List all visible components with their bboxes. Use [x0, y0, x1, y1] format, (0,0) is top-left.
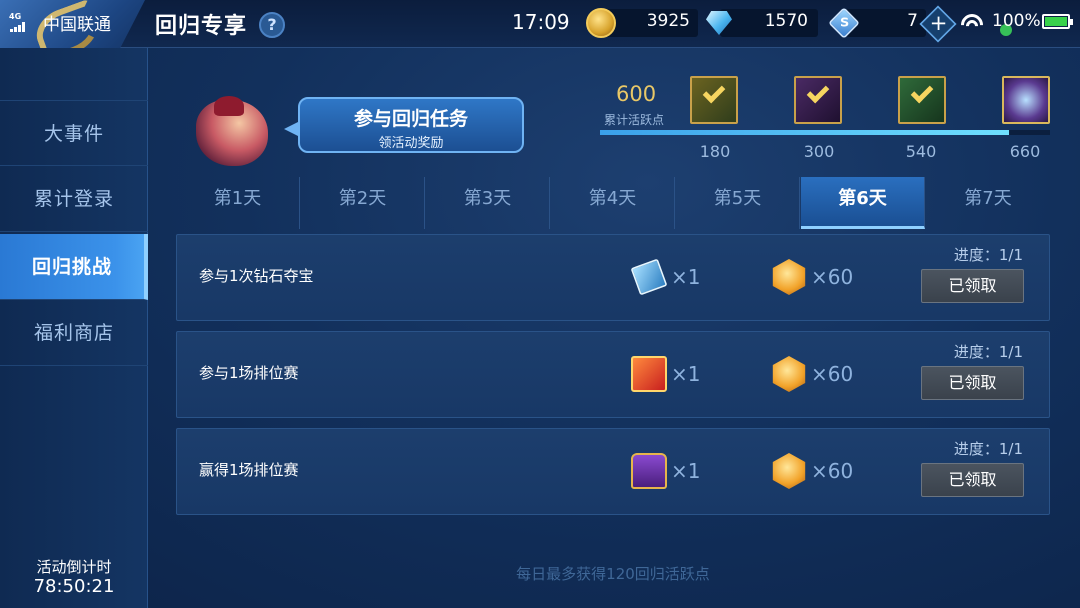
activity-points-label: 累计活跃点: [604, 113, 665, 127]
tab-day-2[interactable]: 第2天: [301, 177, 425, 229]
bubble-title: 参与回归任务: [353, 108, 468, 130]
checkmark-icon: [702, 80, 726, 104]
milestone-label-300: 300: [803, 142, 835, 161]
milestone-reward-300[interactable]: [794, 76, 842, 124]
reward-item-qty: ×1: [671, 459, 701, 483]
task-name: 参与1场排位赛: [199, 364, 299, 382]
tab-day-3[interactable]: 第3天: [426, 177, 550, 229]
gift-box-icon: [631, 356, 667, 392]
reward-points-qty: ×60: [811, 362, 854, 386]
milestone-label-660: 660: [1009, 142, 1041, 161]
activity-gem-icon: [772, 356, 806, 392]
gold-coin-icon: [586, 8, 616, 38]
signal-icon: [10, 22, 26, 32]
voucher-symbol: S: [839, 14, 850, 30]
task-row: 参与1次钻石夺宝 ×1 ×60 进度：1/1 已领取: [176, 234, 1050, 321]
task-name: 赢得1场排位赛: [199, 461, 299, 479]
sidebar-item-events[interactable]: 大事件: [0, 100, 148, 166]
gold-card-icon: [630, 258, 668, 296]
countdown-label: 活动倒计时: [36, 558, 112, 576]
gold-balance: 3925: [646, 11, 690, 31]
daily-limit-note: 每日最多获得120回归活跃点: [516, 565, 710, 583]
page-title: 回归专享: [155, 14, 248, 39]
status-time: 17:09: [512, 10, 570, 34]
bubble-subtitle: 领活动奖励: [378, 136, 444, 151]
treasure-chest-icon: [631, 453, 667, 489]
sidebar: 大事件 累计登录 回归挑战 福利商店 活动倒计时 78:50:21: [0, 48, 148, 608]
tab-day-1[interactable]: 第1天: [176, 177, 300, 229]
tab-day-7[interactable]: 第7天: [926, 177, 1050, 229]
carrier-name: 中国联通: [43, 15, 111, 35]
day-tabs: 第1天 第2天 第3天 第4天 第5天 第6天 第7天: [176, 177, 1050, 229]
milestone-label-180: 180: [699, 142, 731, 161]
claimed-button[interactable]: 已领取: [921, 366, 1024, 400]
activity-gem-icon: [772, 453, 806, 489]
activity-points-value: 600: [616, 82, 657, 106]
battery-percent: 100%: [992, 11, 1041, 31]
activity-gem-icon: [772, 259, 806, 295]
sidebar-item-welfare-shop[interactable]: 福利商店: [0, 300, 148, 366]
activity-progress-bar: [600, 130, 1050, 135]
countdown-timer: 78:50:21: [33, 576, 115, 597]
task-progress: 进度：1/1: [953, 440, 1023, 458]
question-circle-icon: ?: [267, 15, 277, 34]
reward-item-qty: ×1: [671, 265, 701, 289]
diamond-balance: 1570: [764, 11, 808, 31]
sidebar-item-login-rewards[interactable]: 累计登录: [0, 166, 148, 232]
milestone-reward-660[interactable]: [1002, 76, 1050, 124]
checkmark-icon: [910, 80, 934, 104]
plus-icon: +: [929, 11, 948, 36]
sidebar-item-return-challenge[interactable]: 回归挑战: [0, 234, 148, 300]
task-row: 参与1场排位赛 ×1 ×60 进度：1/1 已领取: [176, 331, 1050, 418]
help-button[interactable]: ?: [259, 12, 285, 38]
task-progress: 进度：1/1: [953, 246, 1023, 264]
milestone-label-540: 540: [905, 142, 937, 161]
milestone-reward-540[interactable]: [898, 76, 946, 124]
task-progress: 进度：1/1: [953, 343, 1023, 361]
claimed-button[interactable]: 已领取: [921, 269, 1024, 303]
reward-points-qty: ×60: [811, 265, 854, 289]
hero-avatar: [196, 96, 268, 166]
task-row: 赢得1场排位赛 ×1 ×60 进度：1/1 已领取: [176, 428, 1050, 515]
task-name: 参与1次钻石夺宝: [199, 267, 314, 285]
reward-item-qty: ×1: [671, 362, 701, 386]
claimed-button[interactable]: 已领取: [921, 463, 1024, 497]
milestone-reward-180[interactable]: [690, 76, 738, 124]
tab-day-6[interactable]: 第6天: [801, 177, 925, 229]
task-speech-bubble: 参与回归任务 领活动奖励: [284, 97, 524, 153]
tab-day-5[interactable]: 第5天: [676, 177, 800, 229]
voucher-balance: 7: [907, 11, 918, 31]
top-bar: 4G 中国联通 回归专享 ? 17:09 3925 1570 S 7 + 100…: [0, 0, 1080, 62]
battery-icon: [1042, 14, 1073, 29]
reward-points-qty: ×60: [811, 459, 854, 483]
wifi-icon: [956, 9, 988, 41]
activity-progress-fill: [600, 130, 1010, 135]
network-type: 4G: [9, 12, 22, 21]
tab-day-4[interactable]: 第4天: [551, 177, 675, 229]
checkmark-icon: [806, 80, 830, 104]
